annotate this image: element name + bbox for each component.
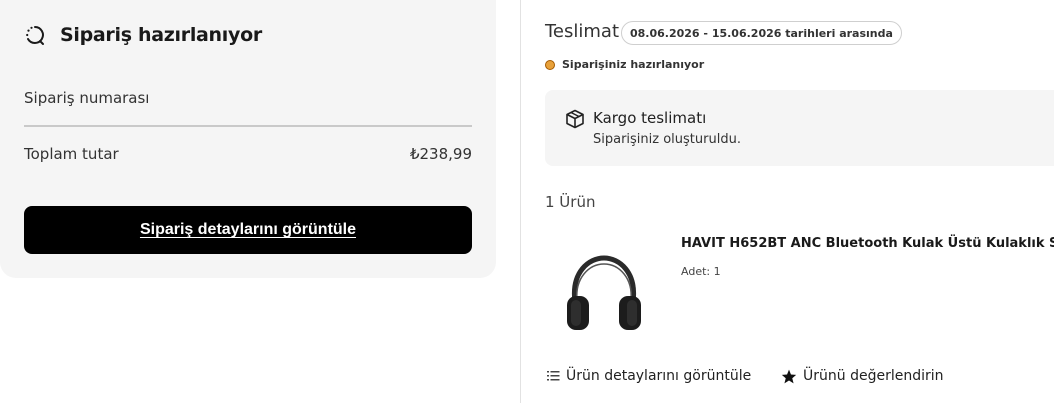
delivery-panel: Teslimat 08.06.2026 - 15.06.2026 tarihle… bbox=[520, 0, 1054, 403]
product-image[interactable] bbox=[559, 252, 649, 336]
view-product-details-link[interactable]: Ürün detaylarını görüntüle bbox=[547, 368, 751, 384]
view-order-details-button[interactable]: Sipariş detaylarını görüntüle bbox=[24, 206, 472, 254]
delivery-status-text: Siparişiniz hazırlanıyor bbox=[562, 58, 705, 71]
star-icon bbox=[781, 369, 797, 383]
package-icon bbox=[566, 109, 584, 129]
cargo-title: Kargo teslimatı bbox=[593, 109, 707, 127]
summary-divider bbox=[24, 125, 472, 127]
delivery-title: Teslimat bbox=[545, 21, 620, 42]
loading-spinner-icon bbox=[26, 26, 44, 45]
list-icon bbox=[547, 371, 560, 381]
review-product-link[interactable]: Ürünü değerlendirin bbox=[781, 368, 944, 384]
total-amount-label: Toplam tutar bbox=[24, 145, 119, 163]
total-amount-value: ₺238,99 bbox=[409, 145, 472, 163]
review-product-label: Ürünü değerlendirin bbox=[803, 368, 944, 384]
order-summary-card: Sipariş hazırlanıyor Sipariş numarası To… bbox=[0, 0, 496, 278]
order-number-label: Sipariş numarası bbox=[24, 89, 150, 107]
cargo-info-box: Kargo teslimatı Siparişiniz oluşturuldu. bbox=[545, 90, 1054, 166]
delivery-status: Siparişiniz hazırlanıyor bbox=[545, 58, 704, 71]
product-quantity: Adet: 1 bbox=[681, 265, 721, 278]
status-dot-icon bbox=[545, 59, 555, 70]
view-order-details-label: Sipariş detaylarını görüntüle bbox=[139, 221, 357, 238]
item-count: 1 Ürün bbox=[545, 193, 596, 211]
order-status-title: Sipariş hazırlanıyor bbox=[60, 24, 262, 46]
product-name[interactable]: HAVIT H652BT ANC Bluetooth Kulak Üstü Ku… bbox=[681, 236, 1054, 251]
order-status-header: Sipariş hazırlanıyor bbox=[24, 24, 262, 46]
view-product-details-label: Ürün detaylarını görüntüle bbox=[566, 368, 752, 384]
delivery-date-badge: 08.06.2026 - 15.06.2026 tarihleri arasın… bbox=[621, 21, 902, 45]
cargo-subtitle: Siparişiniz oluşturuldu. bbox=[593, 132, 741, 147]
